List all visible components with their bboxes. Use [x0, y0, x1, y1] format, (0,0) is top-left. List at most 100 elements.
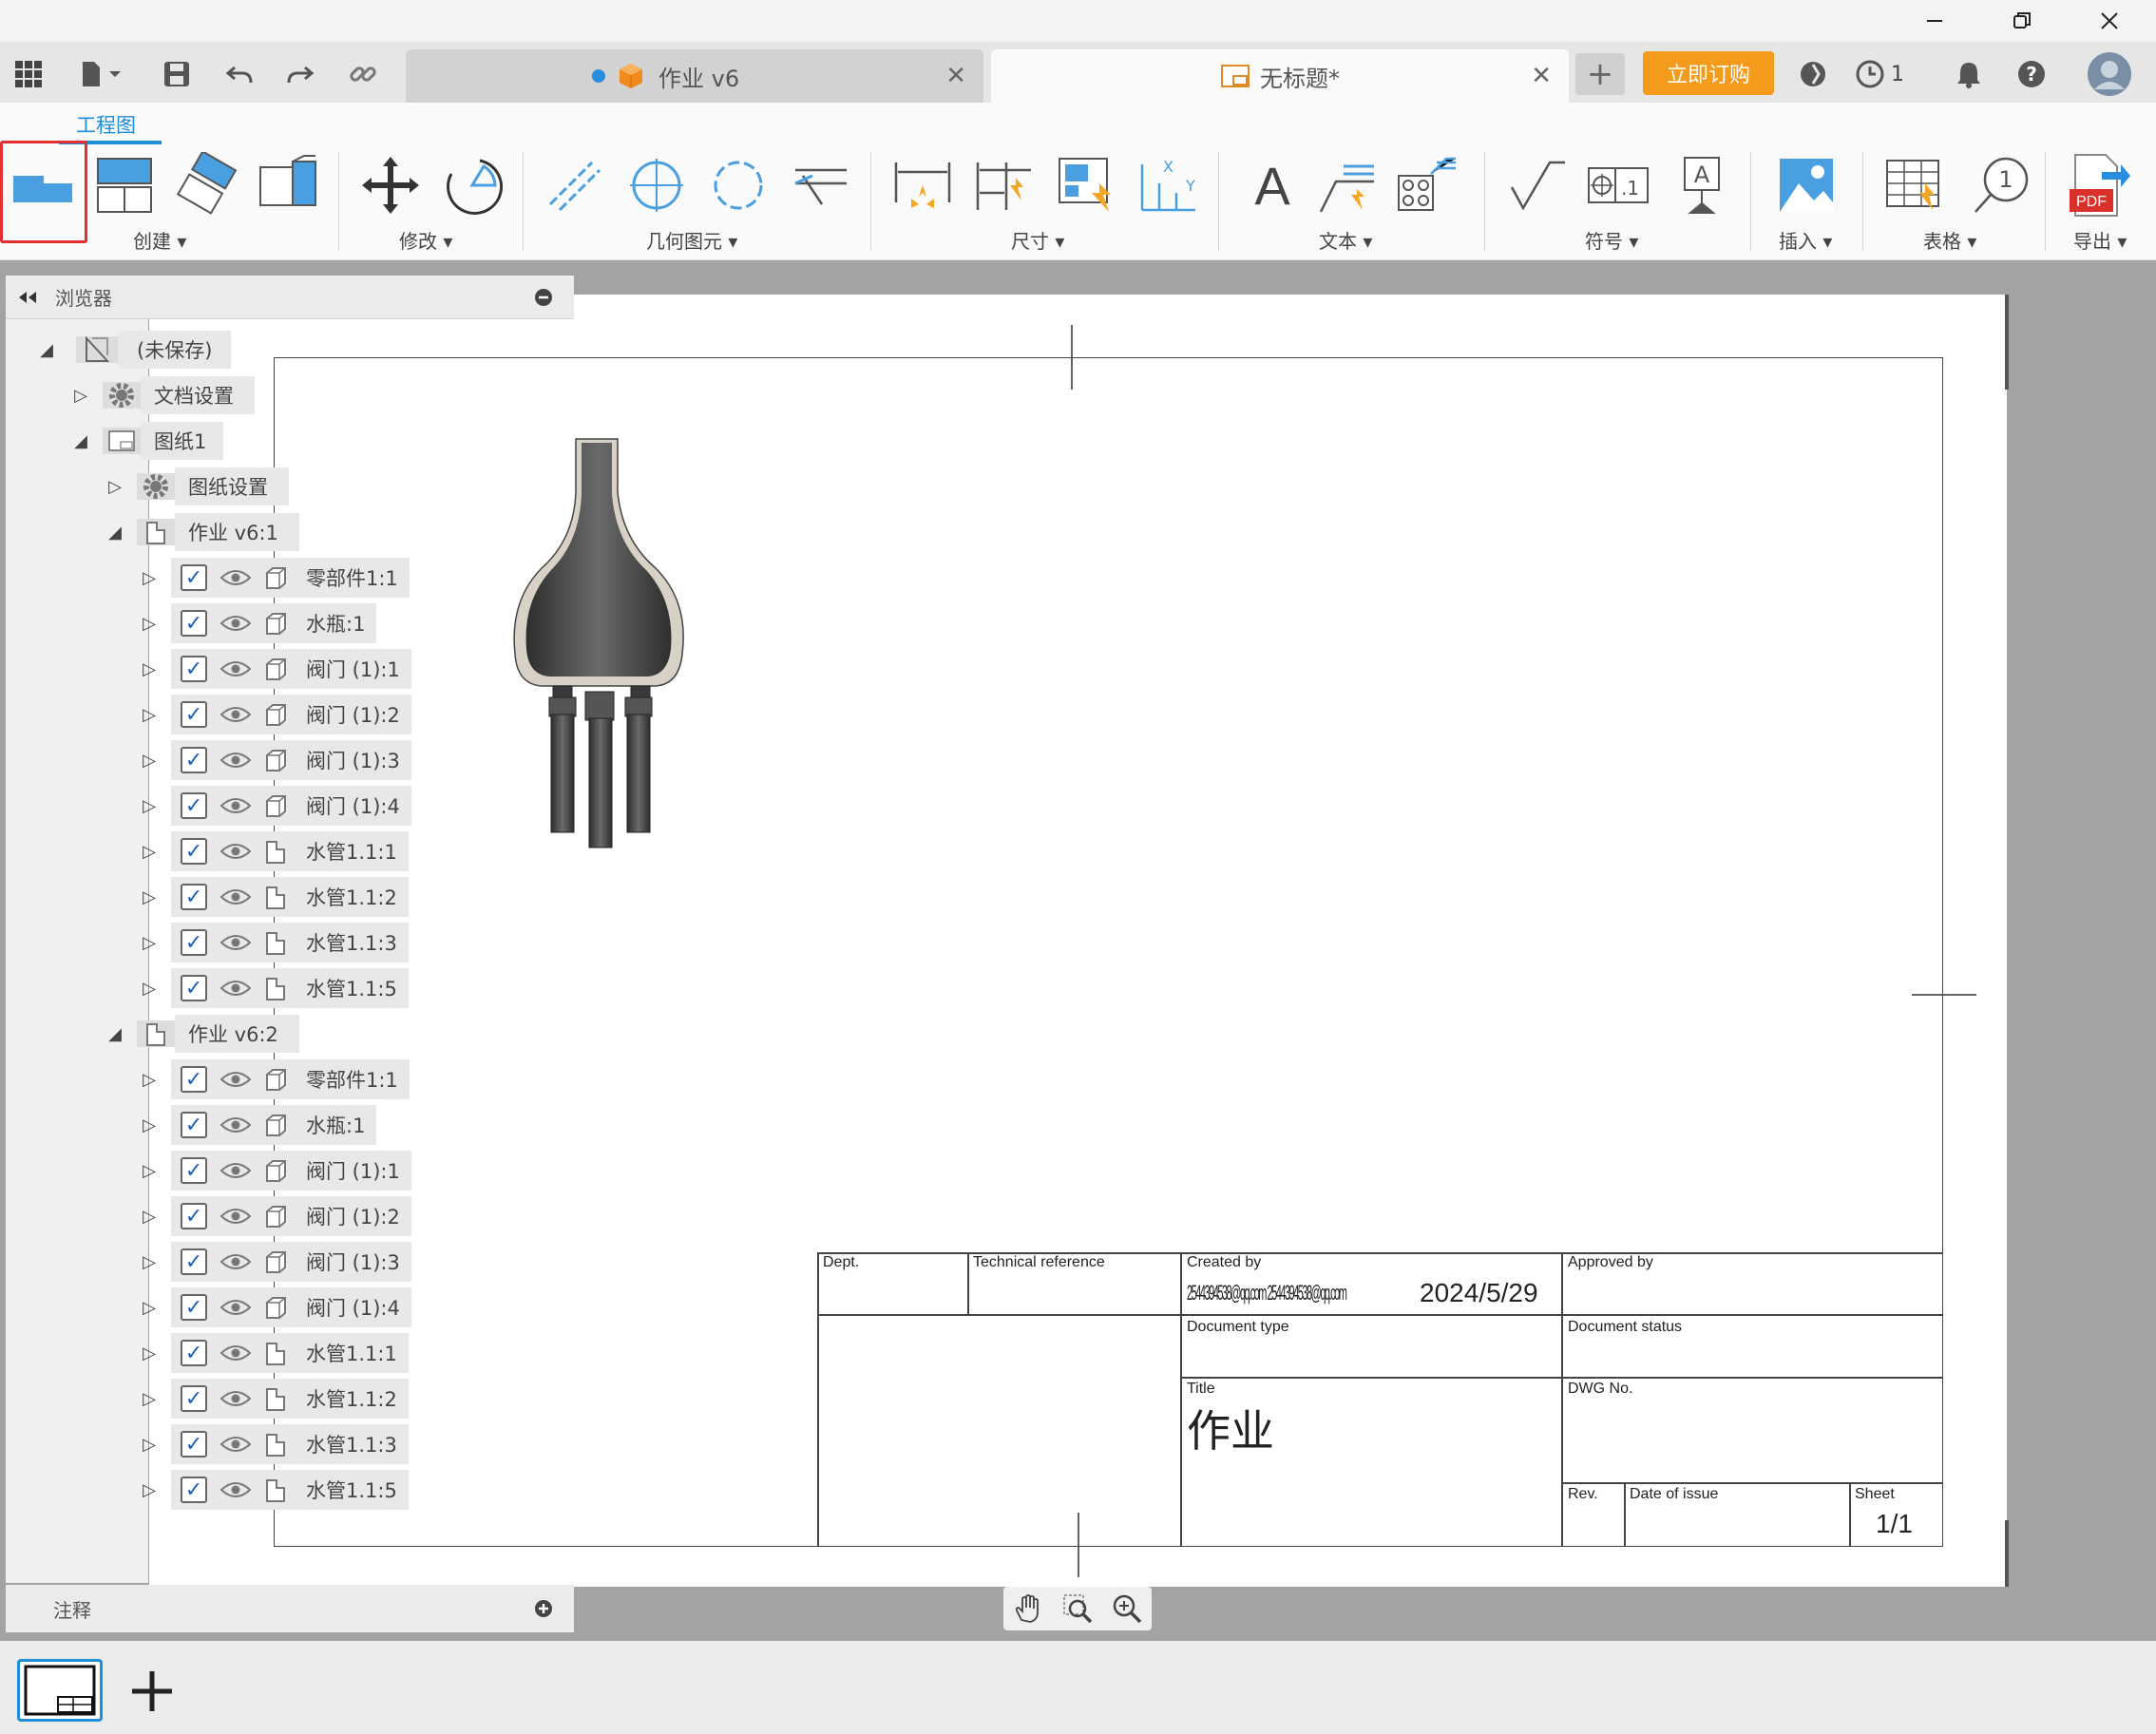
tree-component-row[interactable]: ▷ ✓ 水管1.1:5 [139, 967, 443, 1009]
save-icon[interactable] [156, 53, 198, 95]
visibility-checkbox[interactable]: ✓ [181, 1112, 207, 1138]
tree-component-row[interactable]: ▷ ✓ 水瓶:1 [139, 1104, 414, 1146]
tab-drawing-untitled[interactable]: 无标题* ✕ [991, 49, 1569, 103]
rotate-icon[interactable] [439, 152, 506, 219]
group-export-label[interactable]: 导出 ▾ [2073, 226, 2127, 254]
expand-triangle-icon[interactable]: ▷ [70, 386, 91, 406]
move-icon[interactable] [357, 152, 424, 219]
tree-sheet[interactable]: ◢ 图纸1 [70, 420, 241, 462]
tree-component-row[interactable]: ▷ ✓ 水管1.1:5 [139, 1469, 443, 1511]
visibility-checkbox[interactable]: ✓ [181, 701, 207, 728]
eye-icon[interactable] [219, 887, 253, 906]
undo-icon[interactable] [219, 53, 260, 95]
visibility-checkbox[interactable]: ✓ [181, 1340, 207, 1366]
tree-sheet-settings[interactable]: ▷ 图纸设置 [105, 466, 312, 507]
ordinate-dimension-icon[interactable]: XY [1135, 152, 1201, 219]
expand-triangle-icon[interactable]: ▷ [139, 842, 160, 862]
visibility-checkbox[interactable]: ✓ [181, 1203, 207, 1229]
visibility-checkbox[interactable]: ✓ [181, 747, 207, 773]
expand-triangle-icon[interactable]: ▷ [139, 933, 160, 953]
tree-view-1[interactable]: ◢ 作业 v6:1 [105, 511, 314, 553]
eye-icon[interactable] [219, 796, 253, 815]
workspace-tab-drawing[interactable]: 工程图 [76, 110, 136, 139]
leader-text-icon[interactable] [1315, 152, 1382, 219]
surface-texture-icon[interactable] [1503, 152, 1570, 219]
expand-triangle-icon[interactable]: ▷ [139, 1115, 160, 1135]
dimension-icon[interactable] [889, 152, 956, 219]
browser-header[interactable]: 浏览器 [6, 276, 574, 319]
collapse-triangle-icon[interactable]: ◢ [105, 1024, 125, 1044]
eye-icon[interactable] [219, 705, 253, 724]
eye-icon[interactable] [219, 1070, 253, 1089]
notification-bell-icon[interactable] [1948, 53, 1990, 95]
center-mark-icon[interactable] [623, 152, 690, 219]
visibility-checkbox[interactable]: ✓ [181, 1294, 207, 1321]
eye-icon[interactable] [219, 568, 253, 587]
eye-icon[interactable] [219, 1480, 253, 1499]
tree-component-row[interactable]: ▷ ✓ 零部件1:1 [139, 1058, 414, 1100]
tree-component-row[interactable]: ▷ ✓ 水管1.1:3 [139, 1423, 443, 1465]
visibility-checkbox[interactable]: ✓ [181, 1477, 207, 1503]
expand-triangle-icon[interactable]: ▷ [139, 659, 160, 679]
expand-triangle-icon[interactable]: ▷ [139, 1389, 160, 1409]
eye-icon[interactable] [219, 1161, 253, 1180]
datum-identifier-icon[interactable]: A [1669, 152, 1735, 219]
extensions-icon[interactable] [1792, 53, 1834, 95]
projected-view-icon[interactable] [91, 152, 158, 219]
tree-component-row[interactable]: ▷ ✓ 阀门 (1):4 [139, 1286, 443, 1328]
browser-minimize-icon[interactable] [534, 288, 553, 307]
link-icon[interactable] [342, 53, 384, 95]
visibility-checkbox[interactable]: ✓ [181, 838, 207, 865]
baseline-dimension-icon[interactable] [971, 152, 1038, 219]
buy-now-button[interactable]: 立即订购 [1643, 51, 1774, 95]
section-view-icon[interactable] [173, 152, 239, 219]
pan-hand-icon[interactable] [1013, 1593, 1043, 1624]
zoom-icon[interactable] [1112, 1593, 1142, 1624]
expand-triangle-icon[interactable]: ▷ [139, 1252, 160, 1272]
tree-component-row[interactable]: ▷ ✓ 阀门 (1):3 [139, 1241, 443, 1283]
user-avatar[interactable] [2085, 49, 2134, 99]
visibility-checkbox[interactable]: ✓ [181, 1431, 207, 1458]
eye-icon[interactable] [219, 659, 253, 678]
tab-close-icon[interactable]: ✕ [945, 62, 966, 90]
expand-triangle-icon[interactable]: ▷ [139, 1207, 160, 1227]
zoom-window-icon[interactable] [1062, 1593, 1093, 1624]
annotations-panel[interactable]: 注释 [6, 1585, 574, 1632]
visibility-checkbox[interactable]: ✓ [181, 1385, 207, 1412]
expand-triangle-icon[interactable]: ▷ [139, 1343, 160, 1363]
tree-component-row[interactable]: ▷ ✓ 水瓶:1 [139, 602, 414, 644]
visibility-checkbox[interactable]: ✓ [181, 610, 207, 637]
tree-component-row[interactable]: ▷ ✓ 阀门 (1):3 [139, 739, 443, 781]
eye-icon[interactable] [219, 1389, 253, 1408]
help-icon[interactable]: ? [2011, 53, 2052, 95]
tree-view-2[interactable]: ◢ 作业 v6:2 [105, 1013, 314, 1055]
visibility-checkbox[interactable]: ✓ [181, 656, 207, 682]
expand-triangle-icon[interactable]: ▷ [139, 887, 160, 907]
expand-triangle-icon[interactable]: ▷ [139, 705, 160, 725]
group-text-label[interactable]: 文本 ▾ [1319, 226, 1372, 254]
collapse-triangle-icon[interactable]: ◢ [105, 523, 125, 543]
title-block[interactable]: Dept. Technical reference Created by 254… [817, 1252, 1943, 1547]
tree-component-row[interactable]: ▷ ✓ 水管1.1:2 [139, 1378, 443, 1420]
visibility-checkbox[interactable]: ✓ [181, 975, 207, 1001]
expand-triangle-icon[interactable]: ▷ [139, 979, 160, 999]
tree-component-row[interactable]: ▷ ✓ 水管1.1:3 [139, 922, 443, 963]
minimize-icon[interactable] [1906, 4, 1963, 38]
eye-icon[interactable] [219, 1252, 253, 1271]
surface-texture-note-icon[interactable] [1393, 152, 1460, 219]
group-table-label[interactable]: 表格 ▾ [1923, 226, 1976, 254]
tree-component-row[interactable]: ▷ ✓ 阀门 (1):2 [139, 694, 443, 735]
tree-component-row[interactable]: ▷ ✓ 阀门 (1):2 [139, 1195, 443, 1237]
eye-icon[interactable] [219, 1207, 253, 1226]
expand-annotations-icon[interactable] [534, 1599, 553, 1618]
text-tool-icon[interactable]: A [1239, 152, 1306, 219]
group-geometry-label[interactable]: 几何图元 ▾ [646, 226, 737, 254]
new-tab-button[interactable]: + [1575, 53, 1625, 95]
file-menu-icon[interactable] [72, 53, 129, 95]
insert-image-icon[interactable] [1773, 152, 1840, 219]
redo-icon[interactable] [279, 53, 321, 95]
group-insert-label[interactable]: 插入 ▾ [1779, 226, 1832, 254]
tree-root[interactable]: ◢ (未保存) [36, 329, 238, 371]
tree-component-row[interactable]: ▷ ✓ 水管1.1:2 [139, 876, 443, 918]
group-dimensions-label[interactable]: 尺寸 ▾ [1011, 226, 1064, 254]
